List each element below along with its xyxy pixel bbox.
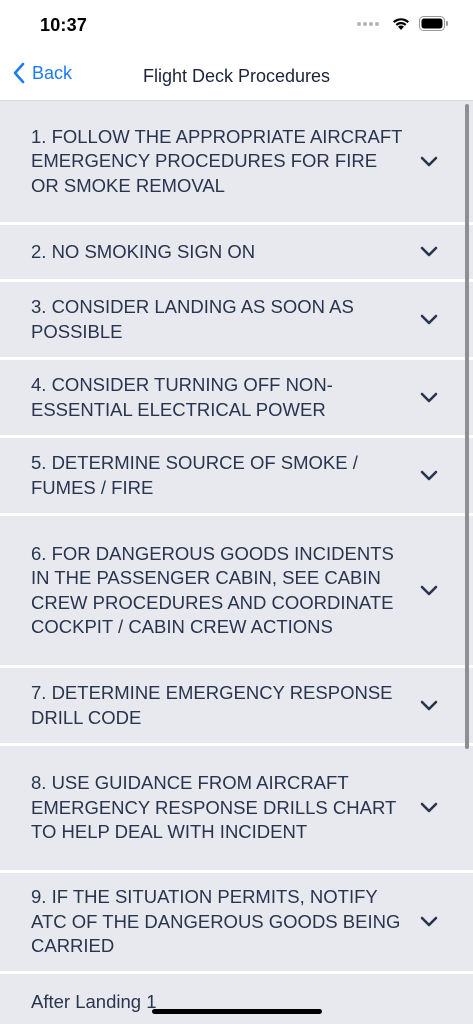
chevron-down-icon bbox=[420, 246, 438, 257]
battery-icon bbox=[419, 16, 448, 31]
chevron-down-icon bbox=[420, 392, 438, 402]
chevron-down-icon bbox=[420, 585, 438, 595]
procedure-row[interactable]: 9. IF THE SITUATION PERMITS, NOTIFY ATC … bbox=[0, 873, 473, 971]
cellular-signal-icon bbox=[357, 21, 379, 26]
procedure-row[interactable]: 2. NO SMOKING SIGN ON bbox=[0, 225, 473, 279]
after-landing-row[interactable]: After Landing 1 bbox=[0, 974, 473, 1024]
procedure-text: 2. NO SMOKING SIGN ON bbox=[31, 240, 256, 262]
chevron-down-icon bbox=[420, 156, 438, 166]
status-icons bbox=[357, 16, 449, 31]
procedure-text: 4. CONSIDER TURNING OFF NON-ESSENTIAL EL… bbox=[31, 374, 333, 420]
chevron-down-icon bbox=[420, 916, 438, 927]
procedure-row[interactable]: 7. DETERMINE EMERGENCY RESPONSE DRILL CO… bbox=[0, 668, 473, 743]
procedure-text: 1. FOLLOW THE APPROPRIATE AIRCRAFT EMERG… bbox=[31, 125, 403, 196]
procedure-text: 6. FOR DANGEROUS GOODS INCIDENTS IN THE … bbox=[31, 542, 394, 638]
procedure-row[interactable]: 1. FOLLOW THE APPROPRIATE AIRCRAFT EMERG… bbox=[0, 101, 473, 222]
procedure-text: 5. DETERMINE SOURCE OF SMOKE / FUMES / F… bbox=[31, 452, 358, 498]
page-title: Flight Deck Procedures bbox=[142, 66, 331, 86]
status-bar: 10:37 bbox=[0, 0, 473, 52]
home-indicator[interactable] bbox=[152, 1009, 322, 1014]
chevron-down-icon bbox=[420, 314, 438, 324]
navigation-bar: Back Flight Deck Procedures bbox=[0, 52, 473, 101]
status-time: 10:37 bbox=[40, 15, 88, 35]
procedure-row[interactable]: 5. DETERMINE SOURCE OF SMOKE / FUMES / F… bbox=[0, 438, 473, 513]
procedure-text: 7. DETERMINE EMERGENCY RESPONSE DRILL CO… bbox=[31, 682, 393, 728]
procedure-text: 8. USE GUIDANCE FROM AIRCRAFT EMERGENCY … bbox=[31, 772, 396, 843]
procedure-text: 3. CONSIDER LANDING AS SOON AS POSSIBLE bbox=[31, 296, 354, 342]
chevron-down-icon bbox=[420, 802, 438, 813]
chevron-down-icon bbox=[420, 700, 438, 710]
wifi-icon bbox=[393, 18, 409, 30]
after-landing-label: After Landing 1 bbox=[31, 991, 157, 1012]
procedure-row[interactable]: 8. USE GUIDANCE FROM AIRCRAFT EMERGENCY … bbox=[0, 746, 473, 870]
procedure-row[interactable]: 4. CONSIDER TURNING OFF NON-ESSENTIAL EL… bbox=[0, 360, 473, 435]
procedure-text: 9. IF THE SITUATION PERMITS, NOTIFY ATC … bbox=[31, 886, 401, 957]
procedure-row[interactable]: 3. CONSIDER LANDING AS SOON AS POSSIBLE bbox=[0, 282, 473, 357]
procedure-list: 1. FOLLOW THE APPROPRIATE AIRCRAFT EMERG… bbox=[0, 101, 473, 1024]
procedure-row[interactable]: 6. FOR DANGEROUS GOODS INCIDENTS IN THE … bbox=[0, 516, 473, 665]
scroll-indicator[interactable] bbox=[465, 104, 469, 749]
chevron-down-icon bbox=[420, 470, 438, 480]
